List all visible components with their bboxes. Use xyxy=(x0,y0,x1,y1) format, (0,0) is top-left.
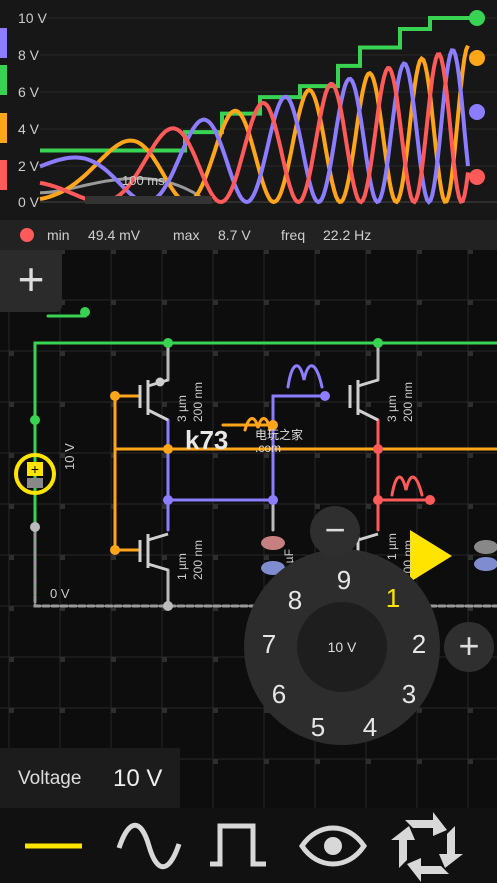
increment-button[interactable]: + xyxy=(444,622,494,672)
square-wave-icon xyxy=(210,823,266,867)
value-dial[interactable]: 10 V 1 2 3 4 5 6 7 8 9 xyxy=(244,549,440,745)
blue-channel-marker xyxy=(0,28,7,58)
blue-cursor xyxy=(469,104,485,120)
time-scale-bar xyxy=(85,196,212,204)
property-panel[interactable]: Voltage 10 V xyxy=(0,748,180,808)
dial-number-6[interactable]: 6 xyxy=(264,679,294,710)
probe-color-dot xyxy=(20,228,34,242)
dial-number-4[interactable]: 4 xyxy=(355,712,385,743)
plus-icon: + xyxy=(17,253,45,305)
circuit-board[interactable]: + 10 V 0 V 3 µm 200 nm 3 µm 200 nm 1 µm … xyxy=(0,250,497,810)
probe-tool-button[interactable] xyxy=(290,808,380,883)
freq-label: freq xyxy=(281,227,306,243)
ground-label: 0 V xyxy=(50,586,70,601)
dial-number-9[interactable]: 9 xyxy=(329,565,359,596)
dial-number-8[interactable]: 8 xyxy=(280,585,310,616)
probe-stats-bar: min 49.4 mV max 8.7 V freq 22.2 Hz xyxy=(0,220,497,250)
red-cursor xyxy=(469,169,485,185)
freq-value: 22.2 Hz xyxy=(323,227,372,243)
property-label: Voltage xyxy=(18,768,82,789)
orange-cursor xyxy=(469,50,485,66)
t1-width: 3 µm xyxy=(175,395,189,422)
t1-length: 200 nm xyxy=(191,381,205,422)
y-tick-2: 2 V xyxy=(18,158,40,174)
dc-tool-button[interactable] xyxy=(10,808,100,883)
shuffle-tool-button[interactable] xyxy=(385,808,475,883)
watermark-url: .com xyxy=(255,441,282,455)
dial-number-5[interactable]: 5 xyxy=(303,712,333,743)
pulse-tool-button[interactable] xyxy=(198,808,288,883)
orange-channel-marker xyxy=(0,113,7,143)
t3-length: 200 nm xyxy=(191,539,205,580)
minus-icon: − xyxy=(324,509,346,550)
t2-length: 200 nm xyxy=(401,381,415,422)
property-value[interactable]: 10 V xyxy=(113,765,162,793)
source-voltage-label: 10 V xyxy=(62,443,77,470)
max-label: max xyxy=(173,227,200,243)
max-value: 8.7 V xyxy=(218,227,251,243)
y-tick-4: 4 V xyxy=(18,121,40,137)
min-value: 49.4 mV xyxy=(88,227,141,243)
y-tick-10: 10 V xyxy=(18,10,47,26)
dial-number-3[interactable]: 3 xyxy=(394,679,424,710)
t2-width: 3 µm xyxy=(385,395,399,422)
y-tick-6: 6 V xyxy=(18,84,40,100)
cycle-arrows-icon xyxy=(391,812,463,882)
red-channel-marker xyxy=(0,160,7,190)
time-scale-label: 100 ms xyxy=(122,173,165,188)
dial-number-7[interactable]: 7 xyxy=(254,629,284,660)
y-tick-8: 8 V xyxy=(18,47,40,63)
eye-icon xyxy=(298,825,368,867)
ac-tool-button[interactable] xyxy=(105,808,195,883)
watermark-logo: k73 xyxy=(185,425,229,455)
oscilloscope-plot xyxy=(39,10,497,205)
add-component-button[interactable]: + xyxy=(0,250,62,312)
sine-wave-icon xyxy=(116,822,182,870)
plus-icon: + xyxy=(458,625,480,666)
t3-width: 1 µm xyxy=(175,553,189,580)
orange-trace xyxy=(39,44,470,205)
circuit-canvas[interactable]: + xyxy=(0,250,497,810)
dial-number-2[interactable]: 2 xyxy=(404,629,434,660)
decrement-button[interactable]: − xyxy=(310,506,360,556)
svg-text:+: + xyxy=(31,461,39,477)
green-cursor xyxy=(469,10,485,26)
min-label: min xyxy=(47,227,70,243)
dial-number-1[interactable]: 1 xyxy=(378,583,408,614)
green-channel-marker xyxy=(0,65,7,95)
oscilloscope-panel[interactable]: 10 V 8 V 6 V 4 V 2 V 0 V 100 ms xyxy=(0,0,497,220)
y-tick-0: 0 V xyxy=(18,194,40,210)
dc-line-icon xyxy=(25,843,82,849)
t4-width: 1 µm xyxy=(385,533,399,560)
bottom-toolbar xyxy=(0,808,497,883)
